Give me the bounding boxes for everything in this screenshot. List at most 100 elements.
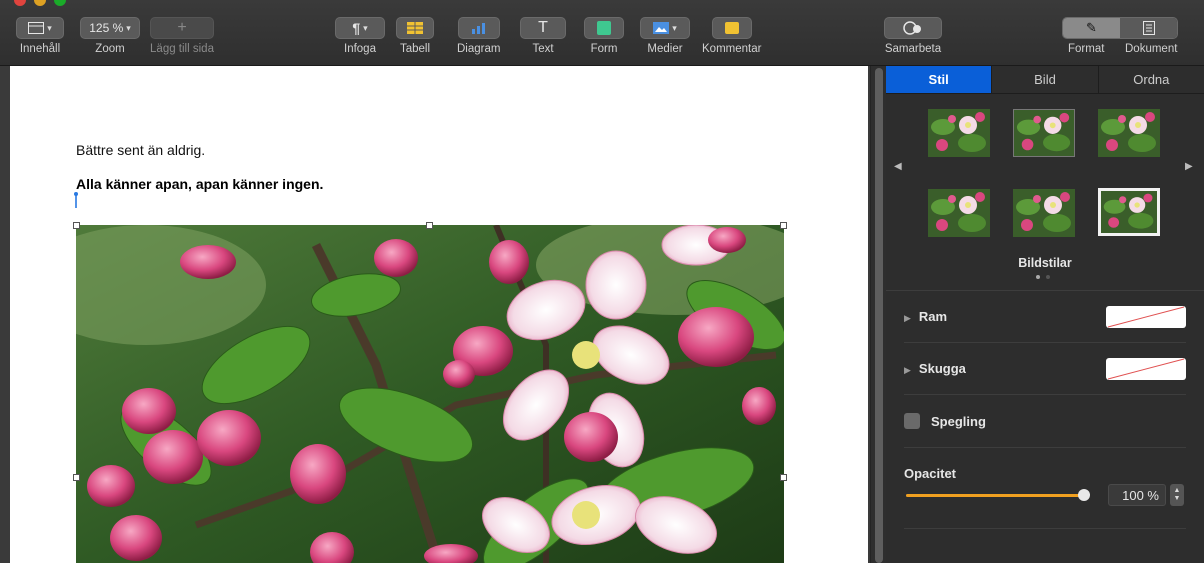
border-disclosure[interactable]: ▶ Ram	[904, 309, 947, 324]
reflection-label: Spegling	[931, 413, 986, 429]
zoom-select[interactable]: 125 % ▾	[80, 17, 140, 39]
page-dot	[1046, 275, 1050, 279]
inspector-toggle: ✎	[1062, 17, 1178, 39]
zoom-control[interactable]: 125 % ▾ Zoom	[80, 17, 140, 55]
comment-label: Kommentar	[702, 43, 762, 55]
close-window-button[interactable]	[14, 0, 26, 6]
tab-style[interactable]: Stil	[886, 66, 993, 93]
disclosure-triangle-icon: ▶	[904, 365, 911, 375]
apple-blossom-image[interactable]	[76, 225, 784, 563]
section-divider	[904, 528, 1186, 529]
styles-caption: Bildstilar	[1018, 256, 1072, 270]
format-button[interactable]: ✎	[1063, 18, 1120, 38]
text-cursor-icon	[74, 192, 78, 208]
image-style-thumbnail[interactable]	[1098, 109, 1160, 157]
chevron-down-icon: ▾	[126, 22, 131, 33]
next-styles-arrow-icon[interactable]: ▶	[1185, 161, 1193, 172]
shadow-swatch[interactable]	[1106, 358, 1186, 380]
image-style-thumbnail[interactable]	[1013, 109, 1075, 157]
format-label: Format	[1068, 43, 1105, 55]
media-control[interactable]: ▾ Medier	[640, 17, 690, 55]
plus-icon: +	[177, 19, 187, 36]
tab-arrange[interactable]: Ordna	[1099, 66, 1204, 93]
minimize-window-button[interactable]	[34, 0, 46, 6]
resize-handle-right[interactable]	[780, 474, 787, 481]
inspector-tabs: Stil Bild Ordna	[886, 66, 1204, 94]
chart-control[interactable]: Diagram	[457, 17, 500, 55]
sidebar-icon	[28, 22, 45, 34]
zoom-window-button[interactable]	[54, 0, 66, 6]
sidebar-label: Innehåll	[19, 43, 61, 55]
scroll-thumb[interactable]	[875, 68, 883, 563]
sidebar-button[interactable]: ▾	[16, 17, 64, 39]
document-page[interactable]: Bättre sent än aldrig. Alla känner apan,…	[10, 66, 868, 563]
document-label: Dokument	[1125, 43, 1178, 55]
shadow-disclosure[interactable]: ▶ Skugga	[904, 361, 966, 376]
image-style-thumbnail[interactable]	[928, 109, 990, 157]
opacity-slider-track[interactable]	[906, 489, 1090, 501]
reflection-row[interactable]: Spegling	[904, 413, 986, 429]
opacity-label: Opacitet	[904, 466, 957, 481]
shape-control[interactable]: Form	[584, 17, 624, 55]
opacity-field[interactable]: 100 %	[1108, 484, 1166, 506]
text-control[interactable]: T Text	[520, 17, 566, 55]
opacity-stepper[interactable]: ▲ ▼	[1170, 484, 1184, 506]
resize-handle-left[interactable]	[73, 474, 80, 481]
collaborate-control[interactable]: Samarbeta	[884, 17, 942, 55]
no-border-slash-icon	[1107, 306, 1185, 328]
page-indicator[interactable]	[1036, 275, 1050, 279]
format-brush-icon: ✎	[1086, 20, 1097, 35]
comment-button[interactable]	[711, 17, 752, 39]
image-style-thumbnail[interactable]	[1013, 189, 1075, 237]
paragraph-icon: ¶	[352, 20, 361, 36]
chevron-down-icon: ▾	[47, 22, 52, 33]
add-page-control[interactable]: + Lägg till sida	[150, 17, 214, 55]
previous-styles-arrow-icon[interactable]: ◀	[894, 161, 902, 172]
border-swatch[interactable]	[1106, 306, 1186, 328]
media-icon	[653, 22, 670, 34]
text-icon: T	[538, 19, 548, 36]
section-divider	[904, 447, 1186, 448]
bold-text-line[interactable]: Alla känner apan, apan känner ingen.	[76, 176, 323, 192]
chart-button[interactable]	[457, 17, 500, 39]
stepper-down-icon[interactable]: ▼	[1174, 495, 1181, 503]
resize-handle-top-left[interactable]	[73, 222, 80, 229]
sidebar-toggle[interactable]: ▾ Innehåll	[16, 17, 64, 55]
disclosure-triangle-icon: ▶	[904, 313, 911, 323]
table-icon	[407, 22, 423, 34]
insert-button[interactable]: ¶ ▾	[335, 17, 385, 39]
table-control[interactable]: Tabell	[396, 17, 434, 55]
text-label: Text	[532, 43, 554, 55]
comment-control[interactable]: Kommentar	[702, 17, 761, 55]
reflection-checkbox[interactable]	[904, 413, 920, 429]
body-text-line[interactable]: Bättre sent än aldrig.	[76, 142, 205, 158]
media-label: Medier	[647, 43, 683, 55]
opacity-slider-knob[interactable]	[1078, 489, 1090, 501]
add-page-button[interactable]: +	[150, 17, 214, 39]
document-canvas: Bättre sent än aldrig. Alla känner apan,…	[0, 66, 870, 563]
vertical-scrollbar[interactable]	[870, 66, 886, 563]
document-icon	[1142, 21, 1155, 35]
resize-handle-top[interactable]	[426, 222, 433, 229]
shape-button[interactable]	[584, 17, 624, 39]
image-style-thumbnail-selected[interactable]	[1098, 188, 1160, 236]
chart-icon	[471, 23, 485, 34]
image-style-thumbnail[interactable]	[928, 189, 990, 237]
add-page-label: Lägg till sida	[150, 43, 214, 55]
collaborate-icon	[903, 21, 921, 35]
media-button[interactable]: ▾	[640, 17, 690, 39]
shape-label: Form	[590, 43, 618, 55]
table-label: Tabell	[399, 43, 431, 55]
text-button[interactable]: T	[520, 17, 566, 39]
document-button[interactable]	[1120, 18, 1177, 38]
collaborate-label: Samarbeta	[884, 43, 942, 55]
stepper-up-icon[interactable]: ▲	[1174, 487, 1181, 495]
tab-image[interactable]: Bild	[992, 66, 1099, 93]
page-dot-active	[1036, 275, 1040, 279]
insert-control[interactable]: ¶ ▾ Infoga	[335, 17, 385, 55]
table-button[interactable]	[396, 17, 434, 39]
comment-icon	[724, 22, 739, 34]
chart-label: Diagram	[457, 43, 501, 55]
resize-handle-top-right[interactable]	[780, 222, 787, 229]
collaborate-button[interactable]	[884, 17, 942, 39]
